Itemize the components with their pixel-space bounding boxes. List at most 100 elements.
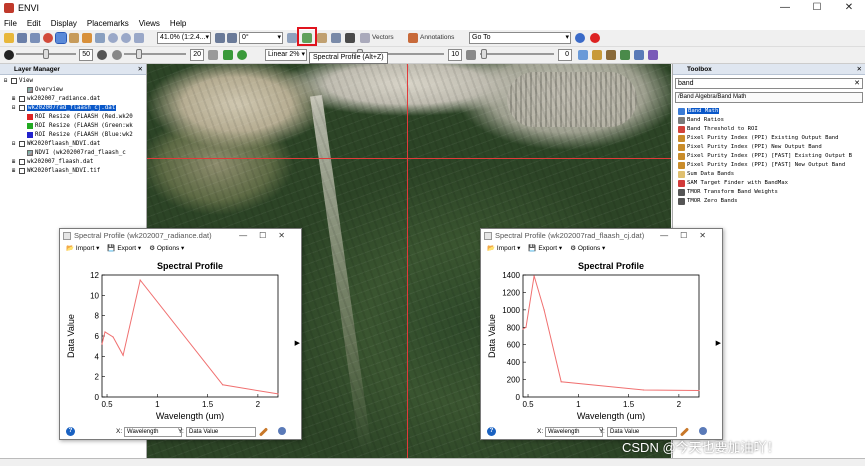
transparency-slider[interactable] (480, 49, 554, 59)
sharpen-value[interactable]: 10 (448, 49, 462, 61)
crosshair-vertical[interactable] (407, 64, 408, 458)
grid-icon[interactable] (578, 50, 588, 60)
menu-file[interactable]: File (4, 19, 17, 28)
toolbox-item[interactable]: SAM Target Finder with BandMax (673, 179, 865, 188)
layer-item[interactable]: ⊞ WK2020flaash_NDVI.tif (0, 167, 146, 176)
toolbox-item[interactable]: Pixel Purity Index (PPI) [FAST] Existing… (673, 152, 865, 161)
brightness-slider[interactable] (16, 49, 76, 59)
menu-edit[interactable]: Edit (27, 19, 41, 28)
transparency-value[interactable]: 0 (558, 49, 572, 61)
rotate-right-icon[interactable] (227, 33, 237, 43)
zoom-in-icon[interactable] (108, 33, 118, 43)
import-menu[interactable]: 📂 Import ▾ (66, 243, 99, 255)
annotations-icon[interactable] (408, 33, 418, 43)
options-menu[interactable]: ⚙ Options ▾ (570, 243, 605, 255)
layer-item[interactable]: ⊟ View (0, 77, 146, 86)
spectral-window-controls[interactable]: —☐✕ (660, 229, 718, 243)
layer-manager-close-button[interactable]: ✕ (138, 64, 143, 75)
toolbox-item[interactable]: Pixel Purity Index (PPI) Existing Output… (673, 134, 865, 143)
toolbox-search-input[interactable]: band ✕ (675, 78, 863, 89)
layer-item[interactable]: ⊟ WK2020flaash_NDVI.dat (0, 140, 146, 149)
layer-item[interactable]: ROI Resize (FLAASH (Red.wk20 (0, 113, 146, 122)
checkbox-icon[interactable] (19, 167, 25, 174)
transparency-knob[interactable] (481, 49, 487, 59)
toolbox-item[interactable]: Band Math (673, 107, 865, 116)
spectral-plot[interactable]: Spectral Profile 0 2 4 6 8 10 12 0.5 1 1.5 2 Wavelen… (60, 255, 290, 425)
layer-item[interactable]: ⊞ wk202007_flaash.dat (0, 158, 146, 167)
checkbox-icon[interactable] (19, 158, 25, 165)
clear-search-icon[interactable]: ✕ (854, 79, 860, 88)
menu-help[interactable]: Help (170, 19, 186, 28)
expand-toggle-icon[interactable]: ⊞ (12, 167, 19, 176)
toolbox-item[interactable]: Pixel Purity Index (PPI) [FAST] New Outp… (673, 161, 865, 170)
zoom-out-icon[interactable] (121, 33, 131, 43)
checkbox-icon[interactable] (19, 104, 25, 111)
layer-item[interactable]: ⊟ wk202007rad_flaash_cj.dat (0, 104, 146, 113)
layer-icon[interactable] (30, 33, 40, 43)
x-axis-combo[interactable]: Wavelength (124, 427, 182, 437)
annotations-dropdown[interactable]: Annotations (420, 34, 454, 41)
toolbox-item[interactable]: TMOR Transform Band Weights (673, 188, 865, 197)
pencil-icon[interactable] (679, 427, 690, 437)
spectral-plot[interactable]: Spectral Profile 0 200 400 600 800 1000 1200 140… (481, 255, 711, 425)
fit-icon[interactable] (223, 50, 233, 60)
pencil-icon[interactable] (258, 427, 269, 437)
checkbox-icon[interactable] (19, 95, 25, 102)
contrast-knob[interactable] (136, 49, 142, 59)
toolbox-item[interactable]: Band Threshold to ROI (673, 125, 865, 134)
blend-icon[interactable] (648, 50, 658, 60)
rotation-combo[interactable]: 0° (239, 32, 283, 44)
import-menu[interactable]: 📂 Import ▾ (487, 243, 520, 255)
crosshair-tool-icon[interactable] (287, 33, 297, 43)
layer-item[interactable]: ⊞ wk202007_radiance.dat (0, 95, 146, 104)
expand-toggle-icon[interactable]: ⊟ (4, 77, 11, 86)
toolbox-item[interactable]: TMOR Zero Bands (673, 197, 865, 206)
stretch-combo[interactable]: Linear 2% (265, 49, 307, 61)
cursor-value-icon[interactable] (331, 33, 341, 43)
crosshair-horizontal[interactable] (147, 158, 671, 159)
expand-arrow-icon[interactable]: ▶ (716, 339, 721, 347)
toolbox-item[interactable]: Pixel Purity Index (PPI) New Output Band (673, 143, 865, 152)
reset-icon[interactable] (208, 50, 218, 60)
layer-item[interactable]: ROI Resize (FLAASH (Green:wk (0, 122, 146, 131)
help-icon[interactable]: ? (66, 427, 75, 436)
menu-placemarks[interactable]: Placemarks (87, 19, 129, 28)
zoom-combo[interactable]: 41.0% (1:2.4... (157, 32, 211, 44)
minimize-button[interactable]: — (769, 0, 801, 16)
y-axis-combo[interactable]: Data Value (186, 427, 256, 437)
portal-icon[interactable] (345, 33, 355, 43)
open-icon[interactable] (4, 33, 14, 43)
checkbox-icon[interactable] (19, 140, 25, 147)
fly-icon[interactable] (82, 33, 92, 43)
x-axis-combo[interactable]: Wavelength (545, 427, 603, 437)
toolbox-close-button[interactable]: ✕ (857, 64, 862, 75)
toolbox-item[interactable]: Sum Data Bands (673, 170, 865, 179)
layer-item[interactable]: Overview (0, 86, 146, 95)
refresh-icon[interactable] (237, 50, 247, 60)
spectral-window-controls[interactable]: —☐✕ (239, 229, 297, 243)
contrast-value[interactable]: 20 (190, 49, 204, 61)
pan-hand-icon[interactable] (69, 33, 79, 43)
help-icon[interactable]: ? (487, 427, 496, 436)
reset-view-icon[interactable] (278, 427, 286, 435)
expand-arrow-icon[interactable]: ▶ (295, 339, 300, 347)
swipe-icon[interactable] (620, 50, 630, 60)
layer-item[interactable]: ROI Resize (FLAASH (Blue:wk2 (0, 131, 146, 140)
export-menu[interactable]: 💾 Export ▾ (528, 243, 562, 255)
zoom-fixed-icon[interactable] (134, 33, 144, 43)
select-cursor-icon[interactable] (55, 32, 67, 44)
brightness-value[interactable]: 50 (79, 49, 93, 61)
options-menu[interactable]: ⚙ Options ▾ (149, 243, 184, 255)
expand-toggle-icon[interactable]: ⊞ (12, 158, 19, 167)
export-menu[interactable]: 💾 Export ▾ (107, 243, 141, 255)
maximize-button[interactable]: ☐ (801, 0, 833, 16)
close-button[interactable]: ✕ (833, 0, 865, 16)
vectors-icon[interactable] (360, 33, 370, 43)
goto-combo[interactable]: Go To (469, 32, 571, 44)
menu-views[interactable]: Views (139, 19, 160, 28)
y-axis-combo[interactable]: Data Value (607, 427, 677, 437)
expand-toggle-icon[interactable]: ⊟ (12, 104, 19, 113)
rotate-left-icon[interactable] (215, 33, 225, 43)
brightness-knob[interactable] (43, 49, 49, 59)
toolbox-item[interactable]: Band Ratios (673, 116, 865, 125)
